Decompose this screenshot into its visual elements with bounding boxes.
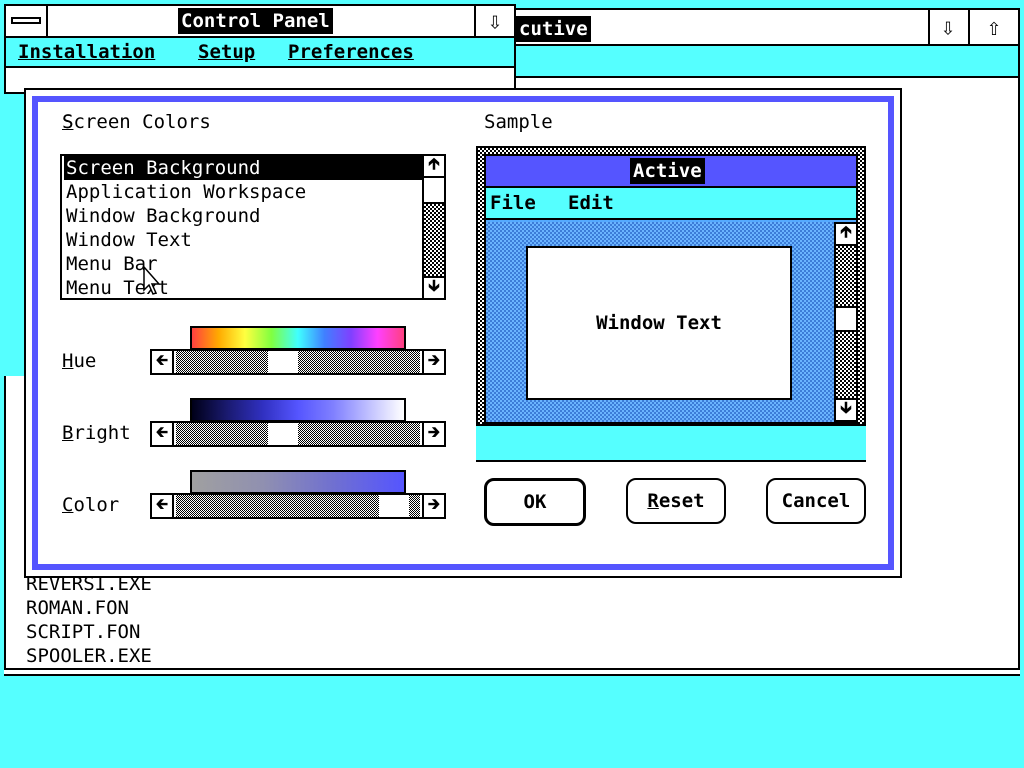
bright-slider[interactable]: 🡰 🡲 <box>150 421 446 447</box>
sample-window-body: Window Text <box>526 246 792 400</box>
sample-window: Active File Edit Window Text 🡱 🡳 <box>484 154 858 424</box>
list-item[interactable]: Menu Text <box>64 276 422 300</box>
hue-left-arrow-icon[interactable]: 🡰 <box>152 351 174 373</box>
executive-menubar <box>516 46 1018 78</box>
hue-right-arrow-icon[interactable]: 🡲 <box>422 351 444 373</box>
sample-preview: Active File Edit Window Text 🡱 🡳 <box>476 146 866 462</box>
color-left-arrow-icon[interactable]: 🡰 <box>152 495 174 517</box>
list-item[interactable]: Application Workspace <box>64 180 422 204</box>
hue-swatch <box>190 326 406 350</box>
control-panel-title: Control Panel <box>178 8 333 34</box>
scroll-track[interactable] <box>424 204 444 276</box>
sample-workspace: Window Text <box>486 222 834 422</box>
list-item-selected[interactable]: Screen Background <box>64 156 422 180</box>
sample-scroll-down-icon: 🡳 <box>834 398 858 422</box>
executive-title: cutive <box>516 16 591 42</box>
sample-title: Active <box>630 158 705 184</box>
sample-scroll-up-icon: 🡱 <box>834 222 858 246</box>
color-right-arrow-icon[interactable]: 🡲 <box>422 495 444 517</box>
screen-colors-label: SScreen Colors <box>62 111 211 133</box>
sample-titlebar: Active <box>486 156 856 188</box>
color-swatch <box>190 470 406 494</box>
system-menu-icon <box>11 17 41 24</box>
bright-right-arrow-icon[interactable]: 🡲 <box>422 423 444 445</box>
bright-label: Bright <box>62 422 131 444</box>
list-item[interactable]: Menu Bar <box>64 252 422 276</box>
file-list: REVERSI.EXE ROMAN.FON SCRIPT.FON SPOOLER… <box>26 572 152 668</box>
color-slider[interactable]: 🡰 🡲 <box>150 493 446 519</box>
control-panel-titlebar[interactable]: Control Panel ⇩ <box>6 6 514 38</box>
minimize-icon[interactable]: ⇩ <box>928 10 966 44</box>
list-scrollbar[interactable]: 🡱 🡳 <box>422 154 446 300</box>
bright-thumb[interactable] <box>268 423 299 445</box>
reset-button[interactable]: Reset <box>626 478 726 524</box>
screen-colors-listbox[interactable]: Screen Background Application Workspace … <box>60 154 446 300</box>
hue-thumb[interactable] <box>268 351 299 373</box>
list-item[interactable]: Window Background <box>64 204 422 228</box>
color-dialog: SScreen Colors Screen Background Applica… <box>24 88 902 578</box>
maximize-icon[interactable]: ⇧ <box>968 10 1018 44</box>
sample-scroll-thumb <box>836 306 856 332</box>
sample-menubar: File Edit <box>486 188 856 220</box>
list-item[interactable]: Window Text <box>64 228 422 252</box>
sample-scrollbar: 🡱 🡳 <box>834 222 858 422</box>
menu-installation[interactable]: Installation <box>18 41 155 63</box>
sample-label: Sample <box>484 111 553 133</box>
scroll-thumb[interactable] <box>424 178 444 204</box>
hue-slider[interactable]: 🡰 🡲 <box>150 349 446 375</box>
hue-label: Hue <box>62 350 97 372</box>
control-panel-menubar: Installation Setup Preferences <box>6 38 514 68</box>
mouse-pointer-icon <box>143 266 161 295</box>
control-panel-window: Control Panel ⇩ Installation Setup Prefe… <box>4 4 516 94</box>
menu-preferences[interactable]: Preferences <box>288 41 414 63</box>
cancel-button[interactable]: Cancel <box>766 478 866 524</box>
sample-menu-edit: Edit <box>568 192 614 214</box>
ok-button[interactable]: OK <box>484 478 586 526</box>
sample-menu-file: File <box>490 192 536 214</box>
menu-setup[interactable]: Setup <box>198 41 255 63</box>
bright-swatch <box>190 398 406 422</box>
window-bottom-border <box>4 668 1020 676</box>
sample-desktop <box>476 424 866 460</box>
executive-titlebar[interactable]: cutive ⇩ ⇧ <box>516 10 1018 46</box>
control-panel-minimize-icon[interactable]: ⇩ <box>474 6 514 36</box>
bright-left-arrow-icon[interactable]: 🡰 <box>152 423 174 445</box>
list-items: Screen Background Application Workspace … <box>64 156 422 300</box>
file-item[interactable]: SPOOLER.EXE <box>26 644 152 668</box>
sample-window-text: Window Text <box>596 312 722 334</box>
color-thumb[interactable] <box>379 495 410 517</box>
color-label: Color <box>62 494 120 516</box>
system-menu-box[interactable] <box>6 6 48 36</box>
file-item[interactable]: SCRIPT.FON <box>26 620 152 644</box>
file-item[interactable]: ROMAN.FON <box>26 596 152 620</box>
scroll-down-icon[interactable]: 🡳 <box>422 276 446 300</box>
scroll-up-icon[interactable]: 🡱 <box>422 154 446 178</box>
